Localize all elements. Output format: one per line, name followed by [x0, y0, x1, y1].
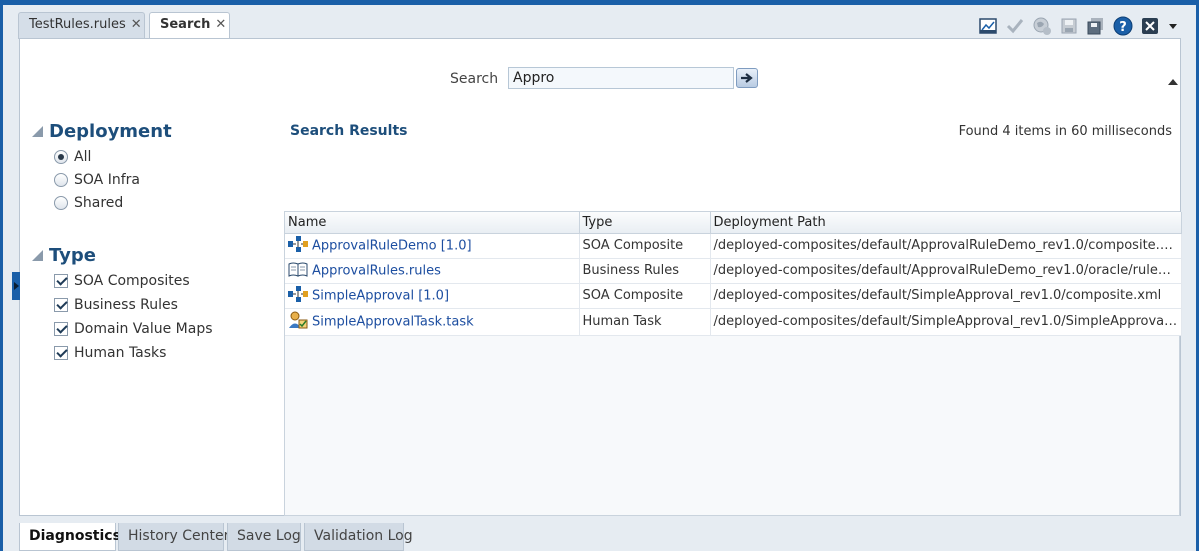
composite-icon	[288, 235, 308, 256]
result-name-link[interactable]: SimpleApprovalTask.task	[312, 314, 474, 329]
result-name-link[interactable]: SimpleApproval [1.0]	[312, 288, 449, 303]
result-type: SOA Composite	[579, 233, 711, 259]
column-header-deployment-path[interactable]: Deployment Path	[710, 212, 1182, 234]
collapse-triangle-icon[interactable]	[32, 126, 43, 137]
search-panel: Search Deployment All SOA Infra Shared T…	[19, 38, 1182, 516]
result-path: /deployed-composites/default/SimpleAppro…	[710, 283, 1182, 309]
tab-search[interactable]: Search ✕	[149, 12, 230, 40]
type-option-human-tasks[interactable]: Human Tasks	[54, 345, 166, 361]
close-icon[interactable]: ✕	[131, 17, 142, 32]
radio-button[interactable]	[54, 173, 68, 187]
rules-book-icon	[288, 261, 308, 281]
result-name-link[interactable]: ApprovalRules.rules	[312, 263, 441, 278]
checkbox[interactable]	[54, 298, 68, 312]
result-path: /deployed-composites/default/ApprovalRul…	[710, 233, 1182, 259]
help-icon[interactable]: ?	[1111, 14, 1135, 38]
column-header-type[interactable]: Type	[579, 212, 711, 234]
deployment-option-all[interactable]: All	[54, 149, 91, 165]
search-label: Search	[450, 71, 499, 87]
result-type: Business Rules	[579, 258, 711, 284]
type-option-business-rules[interactable]: Business Rules	[54, 297, 178, 313]
tab-save-log[interactable]: Save Log	[227, 523, 301, 551]
left-panel-expand-handle[interactable]	[12, 272, 20, 300]
table-header-row: Name Type Deployment Path	[285, 212, 1182, 234]
top-border	[0, 0, 1199, 5]
results-table: Name Type Deployment Path ApprovalRuleDe…	[285, 212, 1182, 336]
save-all-icon[interactable]	[1084, 14, 1108, 38]
validate-check-icon[interactable]	[1003, 14, 1027, 38]
tab-testrules[interactable]: TestRules.rules ✕	[18, 12, 145, 39]
checkbox[interactable]	[54, 274, 68, 288]
arrow-right-icon	[741, 73, 753, 83]
column-header-name[interactable]: Name	[285, 212, 580, 234]
deployment-option-shared[interactable]: Shared	[54, 195, 123, 211]
result-type: Human Task	[579, 308, 711, 336]
scroll-up-icon[interactable]	[1168, 79, 1178, 85]
expand-right-icon	[13, 282, 19, 290]
tab-history-center[interactable]: History Center	[118, 523, 229, 551]
results-table-container: Name Type Deployment Path ApprovalRuleDe…	[284, 211, 1182, 516]
result-path: /deployed-composites/default/ApprovalRul…	[710, 258, 1182, 284]
deployment-option-soa-infra[interactable]: SOA Infra	[54, 172, 140, 188]
svg-text:?: ?	[1119, 20, 1127, 35]
tab-diagnostics[interactable]: Diagnostics	[19, 523, 121, 551]
type-section-title[interactable]: Type	[32, 245, 96, 266]
checkbox[interactable]	[54, 322, 68, 336]
table-row[interactable]: SimpleApproval [1.0] SOA Composite /depl…	[285, 283, 1182, 309]
save-icon[interactable]	[1057, 14, 1081, 38]
radio-button[interactable]	[54, 196, 68, 210]
table-row[interactable]: ApprovalRules.rules Business Rules /depl…	[285, 258, 1182, 284]
toolbar: ?	[976, 14, 1181, 38]
close-icon[interactable]: ✕	[215, 17, 226, 32]
table-row[interactable]: SimpleApprovalTask.task Human Task /depl…	[285, 308, 1182, 336]
search-go-button[interactable]	[736, 68, 758, 88]
dropdown-arrow-icon[interactable]	[1165, 14, 1181, 38]
result-name-link[interactable]: ApprovalRuleDemo [1.0]	[312, 238, 472, 253]
tab-validation-log[interactable]: Validation Log	[304, 523, 413, 551]
globe-refresh-icon[interactable]	[1030, 14, 1054, 38]
result-type: SOA Composite	[579, 283, 711, 309]
search-input[interactable]	[508, 67, 734, 89]
type-option-domain-value-maps[interactable]: Domain Value Maps	[54, 321, 213, 337]
human-task-icon	[288, 311, 308, 333]
results-title: Search Results	[290, 123, 408, 139]
table-row[interactable]: ApprovalRuleDemo [1.0] SOA Composite /de…	[285, 233, 1182, 259]
result-path: /deployed-composites/default/SimpleAppro…	[710, 308, 1182, 336]
tab-label: TestRules.rules	[29, 17, 126, 32]
collapse-triangle-icon[interactable]	[32, 250, 43, 261]
left-border	[0, 0, 3, 551]
radio-button[interactable]	[54, 150, 68, 164]
dashboard-icon[interactable]	[976, 14, 1000, 38]
type-option-soa-composites[interactable]: SOA Composites	[54, 273, 190, 289]
results-count: Found 4 items in 60 milliseconds	[958, 124, 1172, 139]
checkbox[interactable]	[54, 346, 68, 360]
composite-icon	[288, 285, 308, 306]
close-window-icon[interactable]	[1138, 14, 1162, 38]
tab-label: Search	[160, 17, 211, 32]
deployment-section-title[interactable]: Deployment	[32, 121, 172, 142]
